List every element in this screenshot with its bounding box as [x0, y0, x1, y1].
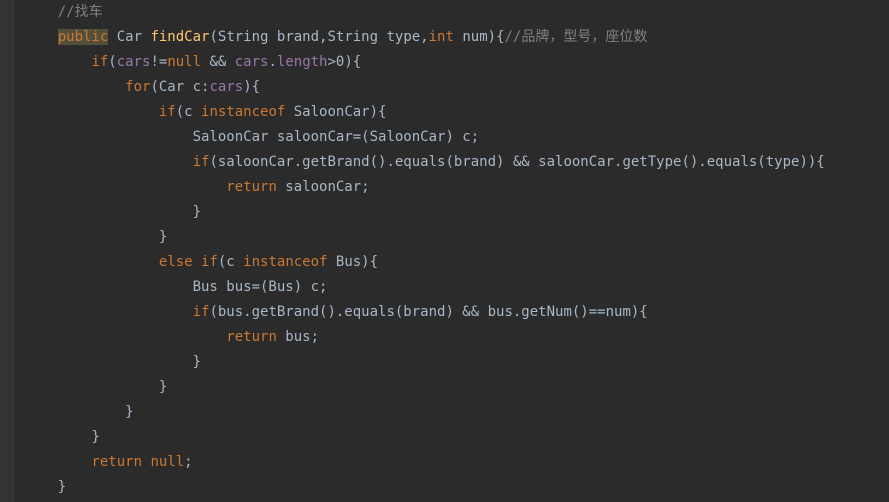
code-line: if(c instanceof SaloonCar){ — [24, 100, 879, 125]
semicolon: ; — [184, 454, 192, 470]
brace: } — [125, 404, 133, 420]
code-line: public Car findCar(String brand,String t… — [24, 25, 879, 50]
code-line: SaloonCar saloonCar=(SaloonCar) c; — [24, 125, 879, 150]
comment-text: //找车 — [58, 4, 103, 20]
code-line: } — [24, 400, 879, 425]
statement: SaloonCar saloonCar=(SaloonCar) c; — [193, 129, 480, 145]
code-line: } — [24, 425, 879, 450]
code-line: return saloonCar; — [24, 175, 879, 200]
brace: } — [159, 229, 167, 245]
keyword-else-if: else if — [159, 254, 218, 270]
method-signature: (String brand,String type, — [209, 29, 428, 45]
condition: (saloonCar.getBrand().equals(brand) && s… — [209, 154, 824, 170]
keyword-return: return — [226, 329, 277, 345]
field-ref: cars — [117, 54, 151, 70]
operator: != — [150, 54, 167, 70]
code-line: } — [24, 475, 879, 500]
expr: (c — [218, 254, 243, 270]
code-line: if(bus.getBrand().equals(brand) && bus.g… — [24, 300, 879, 325]
statement: Bus bus=(Bus) c; — [193, 279, 328, 295]
brace: } — [193, 354, 201, 370]
expr: Bus){ — [327, 254, 378, 270]
code-line: else if(c instanceof Bus){ — [24, 250, 879, 275]
brace: } — [193, 204, 201, 220]
code-line: Bus bus=(Bus) c; — [24, 275, 879, 300]
code-line: } — [24, 225, 879, 250]
method-name: findCar — [150, 29, 209, 45]
code-editor[interactable]: //找车 public Car findCar(String brand,Str… — [0, 0, 889, 502]
keyword-public: public — [58, 29, 109, 45]
paren: ( — [108, 54, 116, 70]
keyword-for: for — [125, 79, 150, 95]
return-expr: saloonCar; — [277, 179, 370, 195]
code-line: return bus; — [24, 325, 879, 350]
comment-text: //品牌，型号，座位数 — [505, 29, 648, 45]
keyword-if: if — [193, 154, 210, 170]
keyword-return: return — [226, 179, 277, 195]
field-ref: length — [277, 54, 328, 70]
dot: . — [268, 54, 276, 70]
brace: } — [159, 379, 167, 395]
keyword-instanceof: instanceof — [201, 104, 285, 120]
paren-brace: ){ — [243, 79, 260, 95]
code-line: } — [24, 350, 879, 375]
brace: } — [58, 479, 66, 495]
expr: (c — [176, 104, 201, 120]
field-ref: cars — [209, 79, 243, 95]
code-line: } — [24, 200, 879, 225]
keyword-null: null — [167, 54, 201, 70]
field-ref: cars — [235, 54, 269, 70]
method-signature: num){ — [454, 29, 505, 45]
keyword-int: int — [429, 29, 454, 45]
editor-gutter — [0, 0, 14, 502]
return-expr: bus; — [277, 329, 319, 345]
expr: SaloonCar){ — [285, 104, 386, 120]
code-line: for(Car c:cars){ — [24, 75, 879, 100]
operator: > — [327, 54, 335, 70]
for-header: (Car c: — [150, 79, 209, 95]
brace: } — [91, 429, 99, 445]
code-line: if(saloonCar.getBrand().equals(brand) &&… — [24, 150, 879, 175]
keyword-return-null: return null — [91, 454, 184, 470]
keyword-if: if — [91, 54, 108, 70]
code-line: } — [24, 375, 879, 400]
keyword-if: if — [193, 304, 210, 320]
keyword-instanceof: instanceof — [243, 254, 327, 270]
code-line: return null; — [24, 450, 879, 475]
condition: (bus.getBrand().equals(brand) && bus.get… — [209, 304, 647, 320]
code-area[interactable]: //找车 public Car findCar(String brand,Str… — [14, 0, 889, 502]
keyword-if: if — [159, 104, 176, 120]
return-type: Car — [108, 29, 150, 45]
operator: && — [201, 54, 235, 70]
code-line: //找车 — [24, 0, 879, 25]
code-line: if(cars!=null && cars.length>0){ — [24, 50, 879, 75]
paren-brace: ){ — [344, 54, 361, 70]
